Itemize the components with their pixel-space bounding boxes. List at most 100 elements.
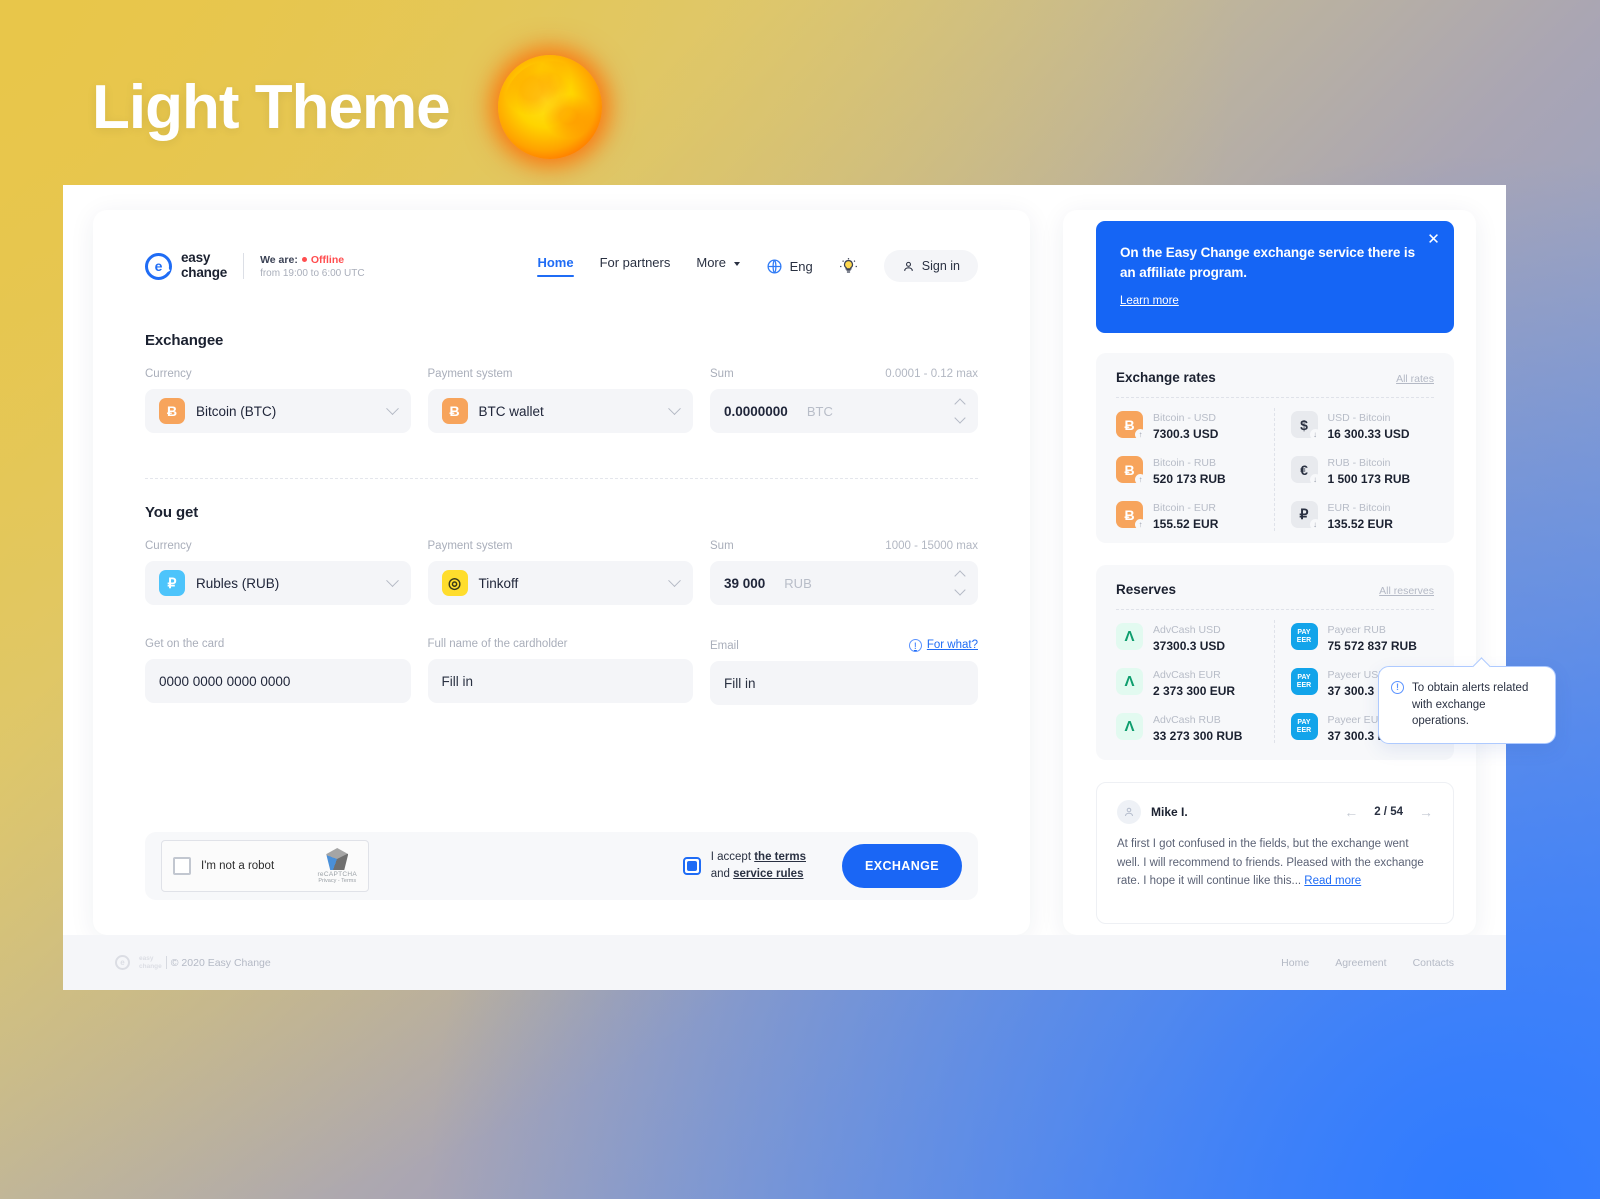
- recaptcha-icon: [326, 848, 349, 870]
- email-help-link[interactable]: ! For what?: [908, 638, 978, 652]
- chevron-up-icon[interactable]: [954, 570, 966, 582]
- main-nav: Home For partners More Eng Sign in: [537, 250, 978, 282]
- youget-sum-stepper[interactable]: [954, 570, 966, 596]
- card-number-field: Get on the card 0000 0000 0000 0000: [145, 638, 411, 705]
- recaptcha-checkbox[interactable]: [173, 857, 191, 875]
- exchangee-payment-select[interactable]: Ƀ BTC wallet: [427, 389, 693, 433]
- exchangee-payment-label: Payment system: [427, 368, 513, 380]
- youget-currency-value: Rubles (RUB): [196, 575, 280, 591]
- reserve-name: AdvCash USD: [1153, 624, 1221, 636]
- chevron-down-icon: [668, 401, 681, 415]
- logo-line2: change: [181, 265, 228, 280]
- rate-name: Bitcoin - USD: [1153, 412, 1217, 424]
- promo-learn-more-link[interactable]: Learn more: [1120, 295, 1179, 307]
- arrow-left-icon[interactable]: ←: [1344, 804, 1358, 820]
- lightbulb-icon[interactable]: [839, 257, 858, 276]
- status-label: We are:: [260, 253, 298, 266]
- reserves-title: Reserves: [1116, 582, 1177, 597]
- payeer-icon: PAY EER: [1290, 623, 1318, 650]
- service-rules-link[interactable]: service rules: [733, 868, 803, 880]
- reserve-value: 2 373 300 EUR: [1153, 684, 1236, 698]
- bitcoin-icon: Ƀ: [159, 398, 185, 424]
- all-rates-link[interactable]: All rates: [1396, 373, 1434, 385]
- sign-in-button[interactable]: Sign in: [883, 250, 978, 282]
- accept-terms-checkbox[interactable]: [682, 857, 701, 875]
- arrow-down-icon: ↓: [1309, 519, 1321, 530]
- close-icon[interactable]: ✕: [1426, 232, 1441, 247]
- exchangee-sum-input[interactable]: 0.0000000 BTC: [710, 389, 978, 433]
- all-reserves-link[interactable]: All reserves: [1379, 585, 1434, 597]
- chevron-down-icon: [385, 401, 399, 415]
- rate-item[interactable]: Ƀ ↑ Bitcoin - EUR 155.52 EUR: [1116, 498, 1260, 531]
- card-number-input[interactable]: 0000 0000 0000 0000: [145, 659, 411, 703]
- exchangee-sum-field: Sum 0.0001 - 0.12 max 0.0000000 BTC: [710, 368, 978, 433]
- cardholder-field: Full name of the cardholder Fill in: [427, 638, 693, 705]
- review-panel: Mike I. ← 2 / 54 → At first I got confus…: [1096, 782, 1454, 924]
- rate-name: EUR - Bitcoin: [1327, 502, 1391, 514]
- form-divider: [145, 478, 978, 479]
- rate-item[interactable]: ₽ ↓ EUR - Bitcoin 135.52 EUR: [1290, 498, 1435, 531]
- advcash-icon: Λ: [1116, 623, 1143, 650]
- footer-logo-line1: easy: [139, 955, 154, 963]
- arrow-up-icon: ↑: [1135, 519, 1146, 530]
- exchangee-currency-select[interactable]: Ƀ Bitcoin (BTC): [145, 389, 411, 433]
- logo-mark-icon: e: [115, 955, 130, 970]
- email-help-label: For what?: [926, 639, 978, 651]
- brand-logo[interactable]: e easy change: [145, 251, 227, 280]
- chevron-down-icon[interactable]: [954, 584, 966, 596]
- youget-currency-select[interactable]: ₽ Rubles (RUB): [145, 561, 411, 605]
- chevron-up-icon[interactable]: [954, 398, 966, 410]
- reserve-item[interactable]: Λ AdvCash EUR 2 373 300 EUR: [1116, 665, 1260, 698]
- recaptcha-widget[interactable]: I'm not a robot reCAPTCHA Privacy - Term…: [161, 840, 369, 892]
- reserves-column-left: Λ AdvCash USD 37300.3 USD Λ AdvCash EUR …: [1116, 620, 1275, 743]
- promo-title: On the Easy Change exchange service ther…: [1120, 245, 1415, 280]
- youget-sum-limit: 1000 - 15000 max: [885, 540, 978, 552]
- nav-item-for-partners[interactable]: For partners: [600, 255, 671, 277]
- footer-wordmark: easy change: [139, 955, 162, 969]
- rate-name: Bitcoin - EUR: [1153, 502, 1217, 514]
- rate-item[interactable]: Ƀ ↑ Bitcoin - USD 7300.3 USD: [1116, 408, 1260, 441]
- rates-column-left: Ƀ ↑ Bitcoin - USD 7300.3 USD Ƀ ↑ Bitcoin…: [1116, 408, 1275, 531]
- footer-links: Home Agreement Contacts: [1281, 957, 1454, 969]
- work-status: We are: Offline from 19:00 to 6:00 UTC: [260, 254, 365, 279]
- nav-item-more[interactable]: More: [696, 255, 740, 277]
- chevron-down-icon[interactable]: [954, 412, 966, 424]
- logo-letter: e: [154, 258, 163, 274]
- rate-item[interactable]: Ƀ ↑ Bitcoin - RUB 520 173 RUB: [1116, 453, 1260, 486]
- exchangee-sum-stepper[interactable]: [954, 398, 966, 424]
- reserve-item[interactable]: Λ AdvCash RUB 33 273 300 RUB: [1116, 710, 1260, 743]
- language-selector[interactable]: Eng: [766, 258, 813, 275]
- footer-logo[interactable]: e easy change: [115, 955, 162, 970]
- accept-line1-pre: I accept: [710, 851, 755, 864]
- youget-payment-value: Tinkoff: [478, 575, 519, 591]
- card-number-value: 0000 0000 0000 0000: [159, 673, 291, 689]
- review-text: At first I got confused in the fields, b…: [1117, 838, 1424, 888]
- chevron-down-icon: [385, 573, 399, 587]
- youget-payment-select[interactable]: ◎ Tinkoff: [427, 561, 693, 605]
- rate-name: USD - Bitcoin: [1327, 412, 1391, 424]
- rate-value: 135.52 EUR: [1327, 517, 1393, 531]
- rate-item[interactable]: € ↓ RUB - Bitcoin 1 500 173 RUB: [1290, 453, 1435, 486]
- footer-link-agreement[interactable]: Agreement: [1335, 957, 1386, 969]
- cardholder-input[interactable]: Fill in: [427, 659, 693, 703]
- email-input[interactable]: Fill in: [710, 661, 978, 705]
- nav-item-more-label: More: [696, 255, 726, 270]
- reserve-item[interactable]: PAY EER Payeer RUB 75 572 837 RUB: [1290, 620, 1435, 653]
- panel-divider: [1116, 397, 1434, 398]
- reserve-name: AdvCash EUR: [1153, 669, 1221, 681]
- payeer-icon: PAY EER: [1290, 668, 1318, 695]
- language-label: Eng: [789, 258, 813, 274]
- exchangee-sum-limit: 0.0001 - 0.12 max: [885, 368, 978, 380]
- reserve-item[interactable]: Λ AdvCash USD 37300.3 USD: [1116, 620, 1260, 653]
- site-footer: e easy change © 2020 Easy Change Home Ag…: [63, 935, 1506, 990]
- footer-link-contacts[interactable]: Contacts: [1413, 957, 1454, 969]
- app-window: e easy change We are: Offline from 19:00…: [63, 185, 1556, 990]
- review-read-more-link[interactable]: Read more: [1304, 875, 1361, 887]
- rate-item[interactable]: $ ↓ USD - Bitcoin 16 300.33 USD: [1290, 408, 1435, 441]
- youget-sum-input[interactable]: 39 000 RUB: [710, 561, 978, 605]
- nav-item-home[interactable]: Home: [537, 255, 574, 277]
- footer-link-home[interactable]: Home: [1281, 957, 1309, 969]
- exchange-button[interactable]: EXCHANGE: [842, 844, 962, 888]
- terms-link[interactable]: the terms: [754, 851, 806, 863]
- arrow-right-icon[interactable]: →: [1419, 804, 1433, 820]
